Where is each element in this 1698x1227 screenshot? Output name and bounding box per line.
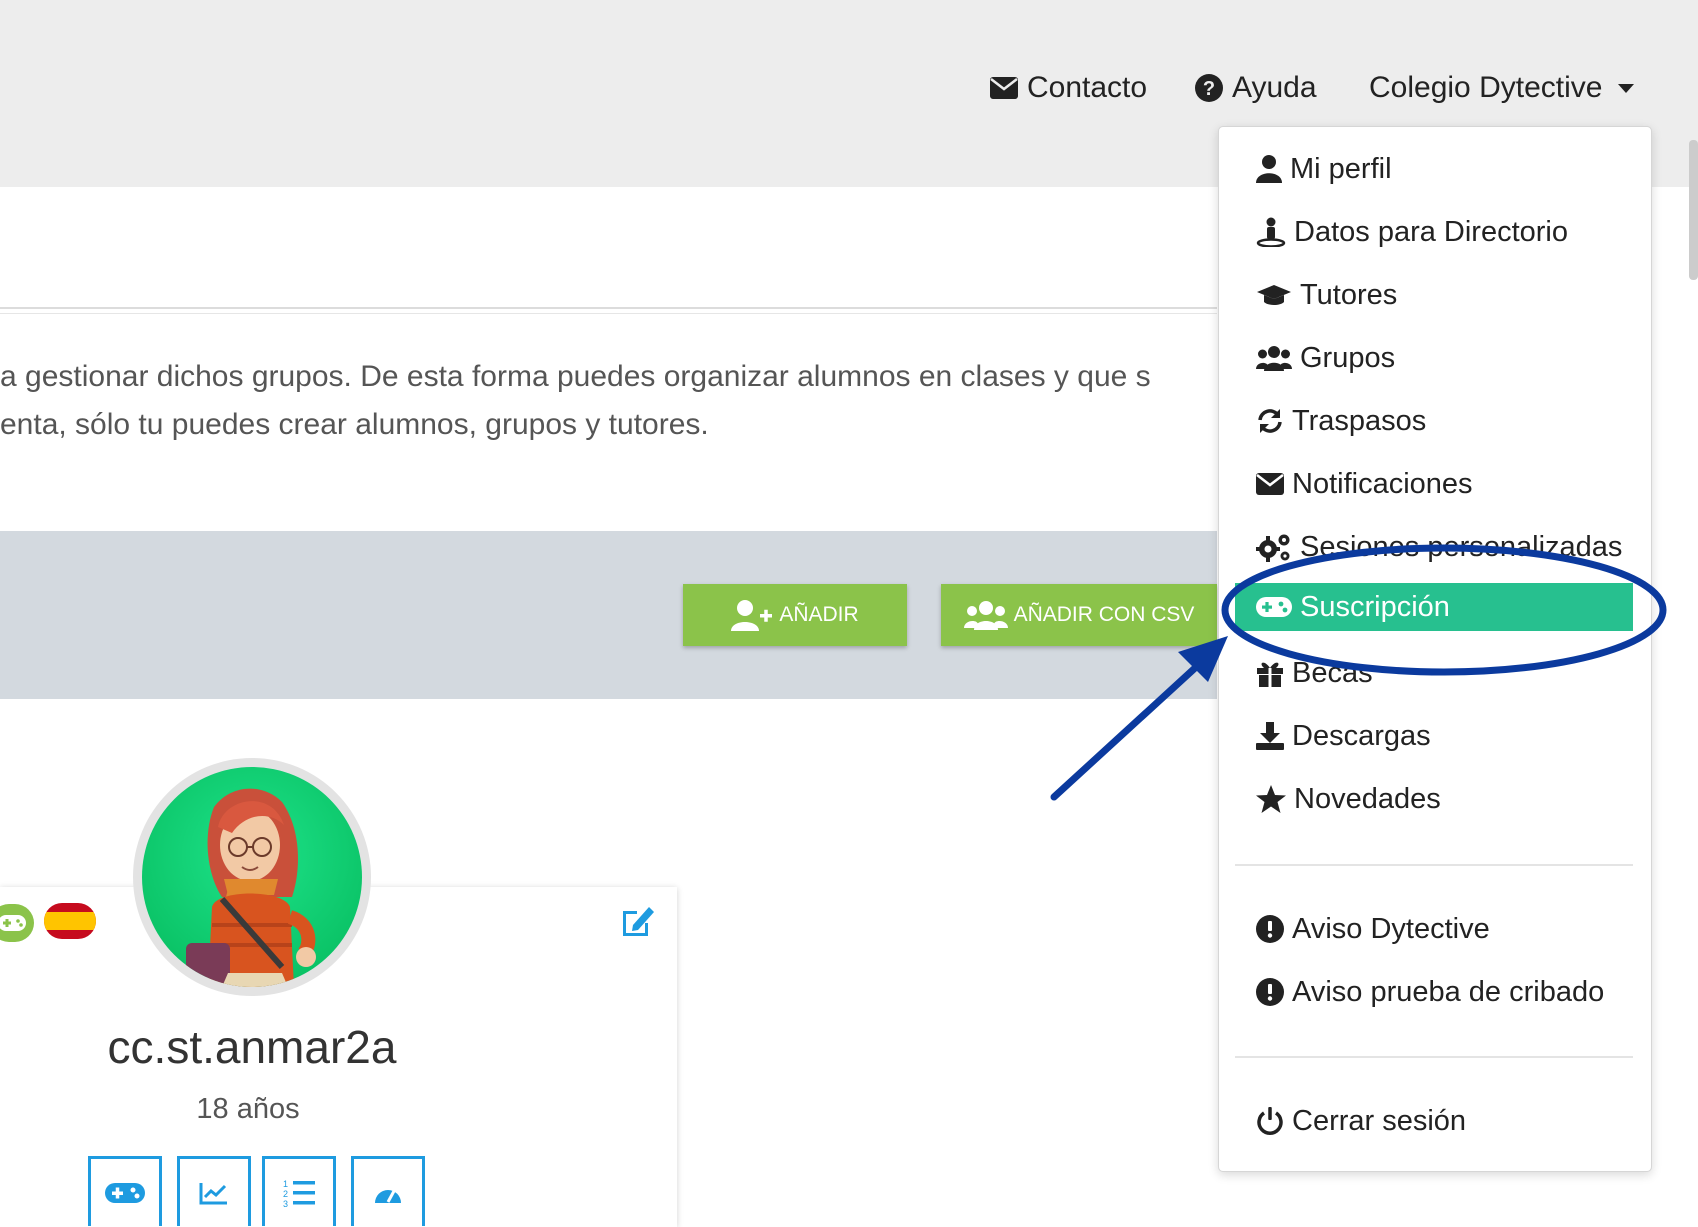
- gamepad-icon: [105, 1182, 145, 1203]
- nav-help-link[interactable]: ? Ayuda: [1194, 66, 1317, 110]
- users-icon: [963, 601, 1008, 630]
- menu-item-descargas[interactable]: Descargas: [1256, 714, 1431, 758]
- cogs-icon: [1256, 534, 1290, 562]
- tile-dashboard-button[interactable]: [351, 1156, 425, 1226]
- gamepad-icon: [0, 915, 26, 931]
- add-csv-label: AÑADIR CON CSV: [1013, 603, 1195, 626]
- menu-item-grupos[interactable]: Grupos: [1256, 336, 1395, 380]
- page-scrollbar[interactable]: [1689, 140, 1698, 280]
- download-icon: [1256, 722, 1284, 750]
- menu-item-label: Aviso prueba de cribado: [1292, 975, 1605, 1008]
- exclamation-circle-icon: [1256, 915, 1284, 943]
- menu-item-label: Sesiones personalizadas: [1300, 530, 1623, 563]
- character-illustration: [186, 788, 316, 987]
- menu-item-suscripcion[interactable]: Suscripción: [1235, 583, 1633, 631]
- gift-icon: [1257, 662, 1283, 687]
- menu-item-aviso-dytective[interactable]: Aviso Dytective: [1256, 907, 1490, 951]
- spain-flag-icon: [44, 903, 96, 939]
- power-icon: [1257, 1107, 1283, 1135]
- tile-play-button[interactable]: [88, 1156, 162, 1226]
- account-dropdown-menu: Mi perfil Datos para Directorio Tutores …: [1218, 126, 1652, 1172]
- chevron-down-icon: [1618, 83, 1635, 93]
- menu-item-mi-perfil[interactable]: Mi perfil: [1256, 147, 1392, 191]
- ordered-list-icon: 123: [283, 1179, 315, 1208]
- menu-item-tutores[interactable]: Tutores: [1256, 273, 1397, 317]
- svg-text:?: ?: [1203, 78, 1215, 100]
- line-chart-icon: [199, 1182, 227, 1204]
- section-divider-secondary: [0, 313, 1217, 314]
- menu-item-label: Novedades: [1294, 782, 1441, 815]
- star-icon: [1256, 785, 1286, 813]
- menu-item-label: Grupos: [1300, 341, 1396, 374]
- nav-help-label: Ayuda: [1232, 71, 1317, 104]
- tile-progress-button[interactable]: [177, 1156, 251, 1226]
- users-icon: [1256, 346, 1292, 371]
- tile-list-button[interactable]: 123: [262, 1156, 336, 1226]
- add-csv-button[interactable]: AÑADIR CON CSV: [941, 584, 1217, 646]
- question-circle-icon: ?: [1195, 74, 1223, 102]
- menu-item-sesiones-personalizadas[interactable]: Sesiones personalizadas: [1256, 525, 1622, 569]
- directory-person-icon: [1256, 217, 1286, 247]
- menu-divider: [1235, 1056, 1633, 1058]
- description-line-2: enta, sólo tu puedes crear alumnos, grup…: [0, 408, 709, 441]
- menu-item-label: Mi perfil: [1290, 152, 1392, 185]
- gamepad-icon: [1256, 597, 1292, 617]
- account-dropdown-toggle[interactable]: Colegio Dytective: [1369, 66, 1635, 110]
- nav-contact-label: Contacto: [1027, 71, 1148, 104]
- menu-item-label: Tutores: [1300, 278, 1398, 311]
- avatar: [142, 767, 362, 987]
- menu-item-label: Aviso Dytective: [1292, 912, 1490, 945]
- menu-divider: [1235, 864, 1633, 866]
- menu-item-label: Datos para Directorio: [1294, 215, 1568, 248]
- svg-text:1: 1: [283, 1179, 288, 1189]
- student-age: 18 años: [196, 1093, 300, 1125]
- menu-item-label: Suscripción: [1300, 590, 1450, 623]
- sync-icon: [1258, 409, 1282, 433]
- menu-item-aviso-cribado[interactable]: Aviso prueba de cribado: [1256, 970, 1604, 1014]
- menu-item-becas[interactable]: Becas: [1256, 651, 1373, 695]
- account-label: Colegio Dytective: [1369, 71, 1603, 104]
- menu-item-label: Traspasos: [1292, 404, 1427, 437]
- description-line-1: a gestionar dichos grupos. De esta forma…: [0, 360, 1151, 393]
- menu-item-datos-directorio[interactable]: Datos para Directorio: [1256, 210, 1568, 254]
- nav-contact-link[interactable]: Contacto: [989, 66, 1147, 110]
- menu-item-label: Descargas: [1292, 719, 1431, 752]
- user-plus-icon: [731, 600, 773, 631]
- menu-item-label: Notificaciones: [1292, 467, 1473, 500]
- edit-student-button[interactable]: [619, 903, 657, 942]
- add-student-label: AÑADIR: [779, 603, 859, 626]
- svg-text:3: 3: [283, 1199, 288, 1208]
- student-username: cc.st.anmar2a: [107, 1021, 397, 1073]
- envelope-icon: [990, 77, 1018, 99]
- menu-item-notificaciones[interactable]: Notificaciones: [1256, 462, 1473, 506]
- graduation-cap-icon: [1257, 285, 1291, 305]
- menu-item-label: Becas: [1292, 656, 1373, 689]
- edit-icon: [623, 907, 654, 936]
- user-icon: [1256, 155, 1282, 183]
- svg-text:2: 2: [283, 1189, 288, 1199]
- exclamation-circle-icon: [1256, 978, 1284, 1006]
- section-divider: [0, 307, 1217, 309]
- menu-item-traspasos[interactable]: Traspasos: [1256, 399, 1426, 443]
- envelope-icon: [1256, 473, 1284, 495]
- add-student-button[interactable]: AÑADIR: [683, 584, 907, 646]
- menu-item-novedades[interactable]: Novedades: [1256, 777, 1441, 821]
- menu-item-label: Cerrar sesión: [1292, 1104, 1467, 1137]
- tachometer-icon: [375, 1189, 401, 1203]
- menu-item-cerrar-sesion[interactable]: Cerrar sesión: [1256, 1099, 1466, 1143]
